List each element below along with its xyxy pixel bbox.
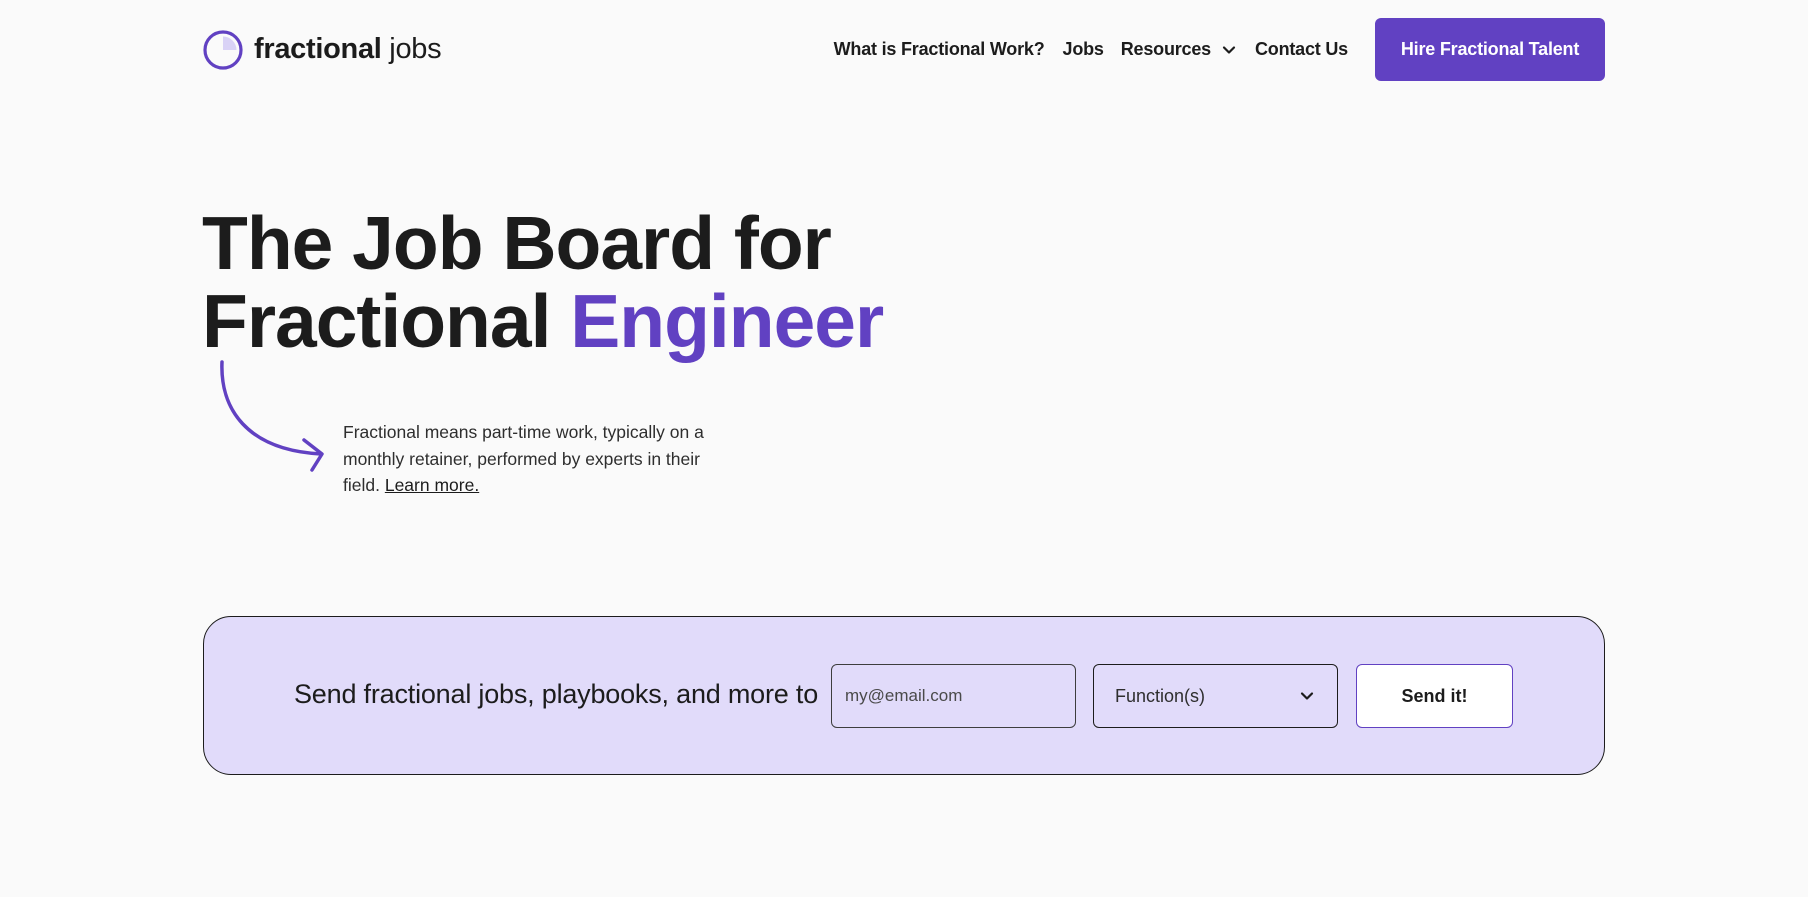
site-header: fractional jobs What is Fractional Work?… — [203, 18, 1605, 81]
page-title: The Job Board for Fractional Engineer — [202, 201, 884, 363]
half-filled-circle-icon — [203, 29, 243, 70]
nav-link-what-is-fractional-work[interactable]: What is Fractional Work? — [834, 39, 1045, 60]
nav-dropdown-resources[interactable]: Resources — [1121, 39, 1237, 60]
chevron-down-icon — [1300, 692, 1314, 700]
send-it-button[interactable]: Send it! — [1356, 664, 1513, 728]
curved-arrow-icon — [220, 360, 324, 472]
main-nav: What is Fractional Work? Jobs Resources … — [834, 18, 1605, 81]
logo-wordmark-light: jobs — [389, 33, 442, 65]
nav-link-resources[interactable]: Resources — [1121, 39, 1211, 60]
page-title-line1: The Job Board for — [202, 201, 832, 285]
function-select[interactable]: Function(s) — [1093, 664, 1338, 728]
logo-wordmark: fractional jobs — [254, 33, 442, 65]
logo-wordmark-bold: fractional — [254, 33, 382, 65]
nav-link-jobs[interactable]: Jobs — [1063, 39, 1104, 60]
page-title-line2-start: Fractional — [202, 279, 551, 363]
hero-description: Fractional means part-time work, typical… — [343, 419, 723, 499]
function-select-value: Function(s) — [1115, 685, 1206, 706]
page-title-accent-role: Engineer — [570, 279, 884, 363]
nav-link-contact-us[interactable]: Contact Us — [1255, 39, 1348, 60]
chevron-down-icon — [1222, 45, 1236, 54]
logo-link[interactable]: fractional jobs — [203, 29, 442, 70]
hire-fractional-talent-button[interactable]: Hire Fractional Talent — [1375, 18, 1605, 81]
email-input[interactable] — [831, 664, 1076, 728]
learn-more-link[interactable]: Learn more. — [385, 475, 479, 495]
subscribe-prompt: Send fractional jobs, playbooks, and mor… — [294, 679, 819, 709]
subscribe-banner: Send fractional jobs, playbooks, and mor… — [203, 616, 1605, 775]
